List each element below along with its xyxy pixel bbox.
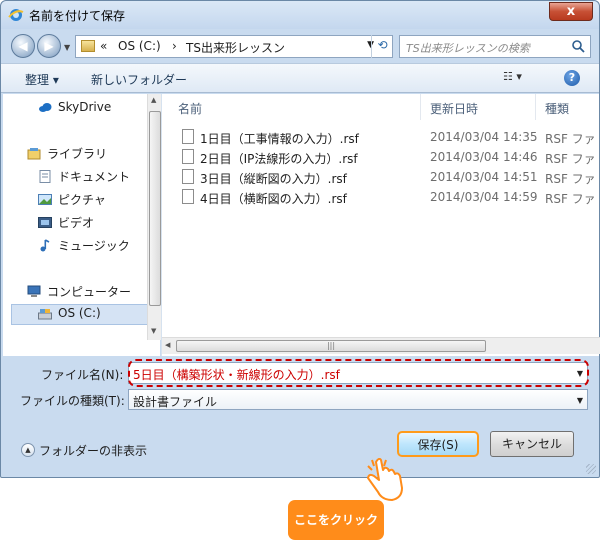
nav-item-documents[interactable]: ドキュメント bbox=[58, 168, 130, 185]
list-item[interactable]: 3日目（縦断図の入力）.rsf 2014/03/04 14:51 RSF ファ bbox=[162, 167, 600, 187]
save-dialog: 名前を付けて保存 x ◀ ▶ ▼ « OS (C:) › TS出来形レッスン ▼… bbox=[0, 0, 600, 478]
list-item[interactable]: 2日目（IP法線形の入力）.rsf 2014/03/04 14:46 RSF フ… bbox=[162, 147, 600, 167]
file-date: 2014/03/04 14:59 bbox=[430, 190, 538, 204]
nav-item-video[interactable]: ビデオ bbox=[58, 214, 94, 231]
breadcrumb-overflow[interactable]: « bbox=[100, 39, 107, 53]
breadcrumb-separator[interactable]: › bbox=[172, 39, 177, 53]
filename-label: ファイル名(N): bbox=[41, 368, 124, 382]
file-date: 2014/03/04 14:46 bbox=[430, 150, 538, 164]
breadcrumb-item-os-c[interactable]: OS (C:) bbox=[118, 39, 161, 53]
scroll-down-icon[interactable]: ▼ bbox=[151, 327, 156, 335]
search-placeholder: TS出来形レッスンの検索 bbox=[406, 42, 530, 55]
address-bar: ◀ ▶ ▼ « OS (C:) › TS出来形レッスン ▼ ⟲ TS出来形レッス… bbox=[1, 29, 599, 63]
column-divider[interactable] bbox=[535, 94, 536, 120]
search-icon[interactable] bbox=[571, 39, 585, 53]
file-name: 1日目（工事情報の入力）.rsf bbox=[200, 132, 359, 146]
library-icon bbox=[27, 148, 41, 160]
pointing-hand-icon bbox=[367, 458, 403, 501]
skydrive-icon bbox=[39, 103, 52, 112]
save-button[interactable]: 保存(S) bbox=[397, 431, 479, 457]
title-bar: 名前を付けて保存 x bbox=[1, 1, 599, 29]
file-date: 2014/03/04 14:35 bbox=[430, 130, 538, 144]
nav-item-music[interactable]: ミュージック bbox=[58, 237, 130, 254]
new-folder-button[interactable]: 新しいフォルダー bbox=[91, 71, 187, 88]
navigation-scrollbar[interactable]: ▲ ▼ bbox=[147, 94, 161, 340]
cancel-button[interactable]: キャンセル bbox=[490, 431, 574, 457]
list-item[interactable]: 1日目（工事情報の入力）.rsf 2014/03/04 14:35 RSF ファ bbox=[162, 127, 600, 147]
scrollbar-thumb[interactable]: ||| bbox=[176, 340, 486, 352]
filetype-label: ファイルの種類(T): bbox=[20, 394, 125, 408]
hide-folders-label: フォルダーの非表示 bbox=[39, 444, 148, 458]
file-name: 2日目（IP法線形の入力）.rsf bbox=[200, 152, 358, 166]
file-icon bbox=[182, 129, 194, 144]
filetype-select[interactable]: 設計書ファイル ▼ bbox=[128, 389, 588, 410]
file-icon bbox=[182, 149, 194, 164]
file-name: 3日目（縦断図の入力）.rsf bbox=[200, 172, 347, 186]
file-type: RSF ファ bbox=[545, 132, 596, 146]
video-icon bbox=[38, 217, 52, 228]
file-type: RSF ファ bbox=[545, 172, 596, 186]
forward-button[interactable]: ▶ bbox=[37, 34, 61, 58]
file-date: 2014/03/04 14:51 bbox=[430, 170, 538, 184]
command-bar: 整理 ▾ 新しいフォルダー ☷ ▾ ? bbox=[1, 63, 599, 93]
ie-icon bbox=[8, 9, 24, 21]
file-name: 4日目（横断図の入力）.rsf bbox=[200, 192, 347, 206]
computer-icon bbox=[27, 285, 41, 297]
chevron-up-icon: ▲ bbox=[21, 443, 35, 457]
nav-item-computer[interactable]: コンピューター bbox=[47, 283, 131, 300]
filename-highlight bbox=[128, 359, 589, 387]
nav-item-library[interactable]: ライブラリ bbox=[47, 145, 107, 162]
resize-grip[interactable] bbox=[586, 464, 596, 474]
help-icon[interactable]: ? bbox=[564, 70, 580, 86]
back-button[interactable]: ◀ bbox=[11, 34, 35, 58]
file-list: 名前 更新日時 種類 1日目（工事情報の入力）.rsf 2014/03/04 1… bbox=[161, 94, 600, 356]
horizontal-scrollbar[interactable]: ◀ ||| bbox=[162, 337, 600, 354]
refresh-button[interactable]: ⟲ bbox=[371, 35, 393, 58]
breadcrumb-item-current[interactable]: TS出来形レッスン bbox=[186, 39, 285, 56]
forward-arrow-icon: ▶ bbox=[44, 39, 54, 53]
column-header-name[interactable]: 名前 bbox=[178, 100, 202, 117]
nav-item-pictures[interactable]: ピクチャ bbox=[58, 191, 106, 208]
filetype-value: 設計書ファイル bbox=[133, 395, 218, 409]
recent-pages-dropdown-icon[interactable]: ▼ bbox=[64, 43, 70, 52]
refresh-icon: ⟲ bbox=[377, 38, 388, 52]
column-header-type[interactable]: 種類 bbox=[545, 100, 569, 117]
breadcrumb[interactable]: « OS (C:) › TS出来形レッスン ▼ bbox=[75, 35, 393, 58]
documents-icon bbox=[39, 170, 51, 183]
pictures-icon bbox=[38, 194, 52, 205]
file-icon bbox=[182, 189, 194, 204]
search-input[interactable]: TS出来形レッスンの検索 bbox=[399, 35, 591, 58]
file-icon bbox=[182, 169, 194, 184]
back-arrow-icon: ◀ bbox=[18, 39, 28, 53]
click-here-callout: ここをクリック bbox=[288, 500, 384, 540]
chevron-down-icon[interactable]: ▼ bbox=[577, 396, 583, 405]
file-type: RSF ファ bbox=[545, 192, 596, 206]
column-divider[interactable] bbox=[420, 94, 421, 120]
list-item[interactable]: 4日目（横断図の入力）.rsf 2014/03/04 14:59 RSF ファ bbox=[162, 187, 600, 207]
window-title: 名前を付けて保存 bbox=[29, 9, 126, 23]
navigation-pane: SkyDrive ライブラリ ドキュメント ピクチャ ビデオ ミュージック コン… bbox=[3, 94, 161, 356]
file-type: RSF ファ bbox=[545, 152, 596, 166]
nav-item-os-c[interactable]: OS (C:) bbox=[58, 306, 101, 320]
music-icon bbox=[40, 239, 50, 252]
view-options-icon[interactable]: ☷ ▾ bbox=[503, 70, 522, 83]
drive-icon bbox=[38, 309, 52, 320]
scroll-left-icon[interactable]: ◀ bbox=[165, 341, 170, 349]
scrollbar-thumb[interactable] bbox=[149, 111, 161, 306]
column-header-date[interactable]: 更新日時 bbox=[430, 100, 478, 117]
scroll-up-icon[interactable]: ▲ bbox=[151, 96, 156, 104]
organize-menu[interactable]: 整理 ▾ bbox=[25, 71, 59, 88]
close-button[interactable]: x bbox=[549, 2, 593, 21]
nav-item-skydrive[interactable]: SkyDrive bbox=[58, 100, 111, 114]
folder-icon bbox=[81, 40, 95, 52]
